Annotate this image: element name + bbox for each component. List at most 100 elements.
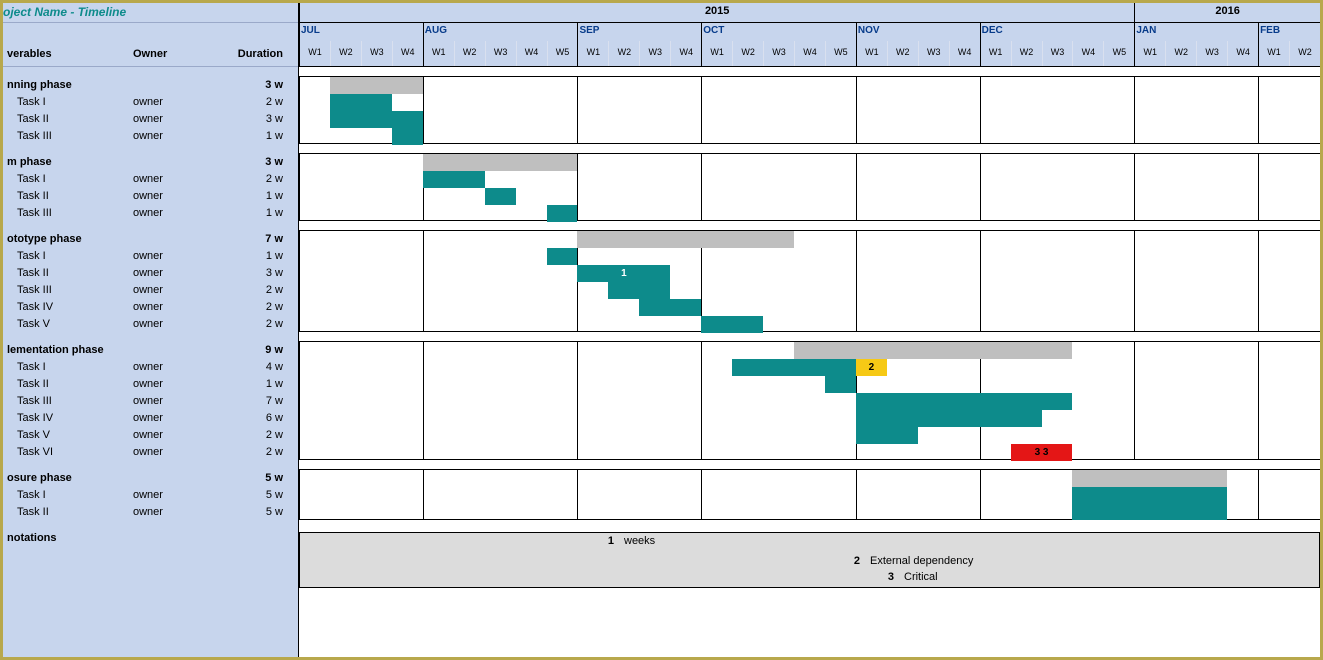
week-cell: W2 bbox=[1011, 41, 1042, 66]
gantt-bar-task[interactable] bbox=[547, 248, 578, 265]
task-duration: 1 w bbox=[213, 250, 293, 262]
task-duration: 2 w bbox=[213, 173, 293, 185]
week-cell: W4 bbox=[670, 41, 701, 66]
gantt-bar-task[interactable] bbox=[856, 410, 1042, 427]
task-duration: 1 w bbox=[213, 378, 293, 390]
annotations-label: notations bbox=[3, 532, 298, 549]
task-duration: 5 w bbox=[213, 489, 293, 501]
week-cell: W3 bbox=[918, 41, 949, 66]
task-duration: 1 w bbox=[213, 130, 293, 142]
gantt-bar-task[interactable] bbox=[701, 316, 763, 333]
week-cell: W3 bbox=[1196, 41, 1227, 66]
gantt-bar-summary[interactable] bbox=[1072, 470, 1227, 487]
gantt-bar-task[interactable] bbox=[608, 282, 670, 299]
task-name: Task VI bbox=[3, 446, 133, 458]
year-cell: 2016 bbox=[1134, 3, 1320, 22]
gantt-bar-crit[interactable]: 3 3 bbox=[1011, 444, 1073, 461]
task-row: Task Vowner2 w bbox=[3, 426, 298, 443]
task-owner: owner bbox=[133, 250, 213, 262]
annotation-item: 2External dependency bbox=[846, 555, 973, 567]
week-cell: W2 bbox=[1289, 41, 1320, 66]
gantt-bar-task[interactable] bbox=[732, 359, 856, 376]
week-cell: W1 bbox=[980, 41, 1011, 66]
gantt-bar-task[interactable] bbox=[423, 171, 485, 188]
gantt-bar-task[interactable] bbox=[330, 94, 392, 111]
task-owner: owner bbox=[133, 173, 213, 185]
gantt-bar-task[interactable] bbox=[825, 376, 856, 393]
week-cell: W2 bbox=[887, 41, 918, 66]
task-owner: owner bbox=[133, 267, 213, 279]
phase-name: osure phase bbox=[3, 472, 133, 484]
task-name: Task V bbox=[3, 429, 133, 441]
month-cell: JAN bbox=[1134, 23, 1258, 41]
task-duration: 3 w bbox=[213, 79, 293, 91]
week-cell: W1 bbox=[856, 41, 887, 66]
phase-row: nning phase3 w bbox=[3, 76, 298, 93]
gantt-bar-summary[interactable] bbox=[794, 342, 1072, 359]
week-cell: W1 bbox=[1258, 41, 1289, 66]
gantt-bar-task[interactable] bbox=[547, 205, 578, 222]
gantt-bar-task[interactable] bbox=[330, 111, 423, 128]
gantt-bar-summary[interactable] bbox=[330, 77, 423, 94]
annotation-item: 1weeks bbox=[600, 535, 655, 547]
gantt-bar-task[interactable]: 1 bbox=[577, 265, 670, 282]
phase-row: osure phase5 w bbox=[3, 469, 298, 486]
week-cell: W2 bbox=[608, 41, 639, 66]
gantt-bar-task[interactable] bbox=[485, 188, 516, 205]
task-row: Task Iowner4 w bbox=[3, 358, 298, 375]
week-cell: W2 bbox=[732, 41, 763, 66]
task-owner: owner bbox=[133, 412, 213, 424]
task-row: Task IIowner1 w bbox=[3, 375, 298, 392]
gantt-bar-task[interactable] bbox=[392, 128, 423, 145]
month-cell: NOV bbox=[856, 23, 980, 41]
month-cell: JUL bbox=[299, 23, 423, 41]
week-cell: W3 bbox=[361, 41, 392, 66]
week-cell: W3 bbox=[485, 41, 516, 66]
gantt-bar-summary[interactable] bbox=[423, 154, 578, 171]
col-header-duration: Duration bbox=[213, 48, 293, 60]
task-row: Task IIowner1 w bbox=[3, 187, 298, 204]
gantt-bar-extdep[interactable]: 2 bbox=[856, 359, 887, 376]
gantt-bar-summary[interactable] bbox=[577, 231, 794, 248]
task-name: Task II bbox=[3, 506, 133, 518]
week-cell: W3 bbox=[763, 41, 794, 66]
task-row: Task IIIowner1 w bbox=[3, 127, 298, 144]
right-pane: 20152016 JULAUGSEPOCTNOVDECJANFEB W1W2W3… bbox=[299, 3, 1320, 657]
task-owner: owner bbox=[133, 489, 213, 501]
month-cell: FEB bbox=[1258, 23, 1320, 41]
gantt-bar-task[interactable] bbox=[639, 299, 701, 316]
task-name: Task II bbox=[3, 378, 133, 390]
task-duration: 2 w bbox=[213, 446, 293, 458]
gantt-bar-task[interactable] bbox=[856, 427, 918, 444]
task-duration: 4 w bbox=[213, 361, 293, 373]
task-owner: owner bbox=[133, 113, 213, 125]
week-cell: W4 bbox=[516, 41, 547, 66]
task-name: Task I bbox=[3, 361, 133, 373]
gantt-bar-task[interactable] bbox=[1072, 487, 1227, 504]
week-cell: W1 bbox=[299, 41, 330, 66]
task-name: Task I bbox=[3, 173, 133, 185]
task-owner: owner bbox=[133, 506, 213, 518]
task-duration: 9 w bbox=[213, 344, 293, 356]
task-owner: owner bbox=[133, 446, 213, 458]
task-name: Task III bbox=[3, 284, 133, 296]
task-duration: 3 w bbox=[213, 113, 293, 125]
task-duration: 3 w bbox=[213, 156, 293, 168]
phase-row: lementation phase 9 w bbox=[3, 341, 298, 358]
week-cell: W1 bbox=[1134, 41, 1165, 66]
phase-name: ototype phase bbox=[3, 233, 133, 245]
task-name: Task III bbox=[3, 130, 133, 142]
gantt-bar-task[interactable] bbox=[1072, 504, 1227, 520]
task-row: Task IIowner5 w bbox=[3, 503, 298, 520]
task-duration: 7 w bbox=[213, 233, 293, 245]
task-duration: 1 w bbox=[213, 190, 293, 202]
phase-name: lementation phase bbox=[3, 344, 133, 356]
task-owner: owner bbox=[133, 190, 213, 202]
left-pane: oject Name - Timeline verables Owner Dur… bbox=[3, 3, 299, 657]
task-row: Task IVowner6 w bbox=[3, 409, 298, 426]
gantt-bar-task[interactable] bbox=[856, 393, 1073, 410]
task-owner: owner bbox=[133, 395, 213, 407]
week-cell: W3 bbox=[1042, 41, 1073, 66]
gantt-phase-block bbox=[299, 76, 1320, 144]
week-cell: W1 bbox=[423, 41, 454, 66]
